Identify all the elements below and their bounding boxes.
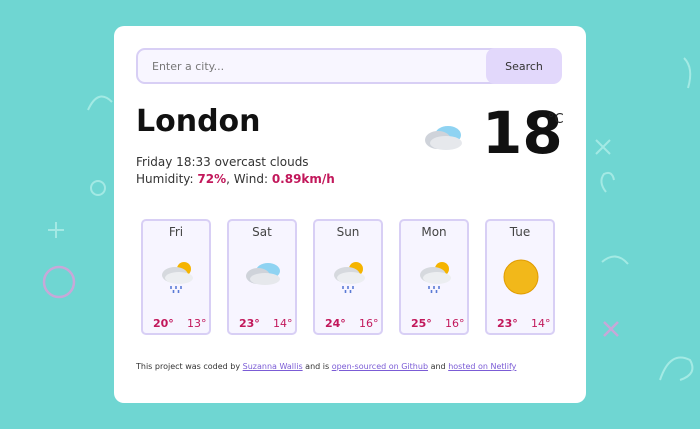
forecast-day-name: Sun [336,225,360,239]
author-link[interactable]: Suzanna Wallis [243,362,303,371]
forecast-day-name: Sat [252,225,272,239]
rain-sun-cloud-icon [162,262,193,293]
wind-label: Wind: [233,172,268,186]
forecast-min-temp: 13° [187,317,207,330]
forecast-day: Sat 23° 14° [227,219,297,335]
forecast-day: Sun 24° 16° [313,219,383,335]
forecast-max-temp: 20° [153,317,174,330]
city-name: London [136,104,261,139]
footer-middle: and is [305,362,330,371]
current-conditions: Friday 18:33 overcast clouds Humidity: 7… [136,155,335,186]
forecast-day-name: Tue [509,225,531,239]
forecast-max-temp: 25° [411,317,432,330]
forecast-min-temp: 16° [445,317,465,330]
forecast-day: Fri 20° 13° [141,219,211,335]
forecast-min-temp: 14° [273,317,293,330]
humidity-value: 72% [197,172,227,186]
footer-prefix: This project was coded by [136,362,241,371]
forecast-min-temp: 16° [359,317,379,330]
temperature-unit: °C [548,112,564,127]
current-temperature: 18 [482,99,563,167]
rain-sun-cloud-icon [334,262,365,293]
forecast-min-temp: 14° [531,317,551,330]
forecast-day: Tue 23° 14° [485,219,555,335]
forecast-day-name: Fri [168,225,184,239]
forecast-day-name: Mon [421,225,447,239]
city-search-input[interactable] [136,48,508,84]
forecast-day: Mon 25° 16° [399,219,469,335]
cloud-icon [246,263,280,285]
humidity-label: Humidity: [136,172,194,186]
sun-icon [503,259,539,295]
forecast-max-temp: 24° [325,317,346,330]
netlify-link[interactable]: hosted on Netlify [448,362,516,371]
current-datetime: Friday 18:33 [136,155,211,169]
github-link[interactable]: open-sourced on Github [332,362,428,371]
forecast-max-temp: 23° [497,317,518,330]
wind-value: 0.89km/h [271,172,335,186]
overcast-clouds-icon [425,126,462,150]
weather-card: Search London Friday 18:33 overcast clou… [114,26,586,403]
current-description: overcast clouds [214,155,309,169]
search-button[interactable]: Search [486,48,562,84]
footer-credits: This project was coded by Suzanna Wallis… [136,362,516,371]
footer-and: and [430,362,446,371]
rain-sun-cloud-icon [420,262,451,293]
forecast-max-temp: 23° [239,317,260,330]
